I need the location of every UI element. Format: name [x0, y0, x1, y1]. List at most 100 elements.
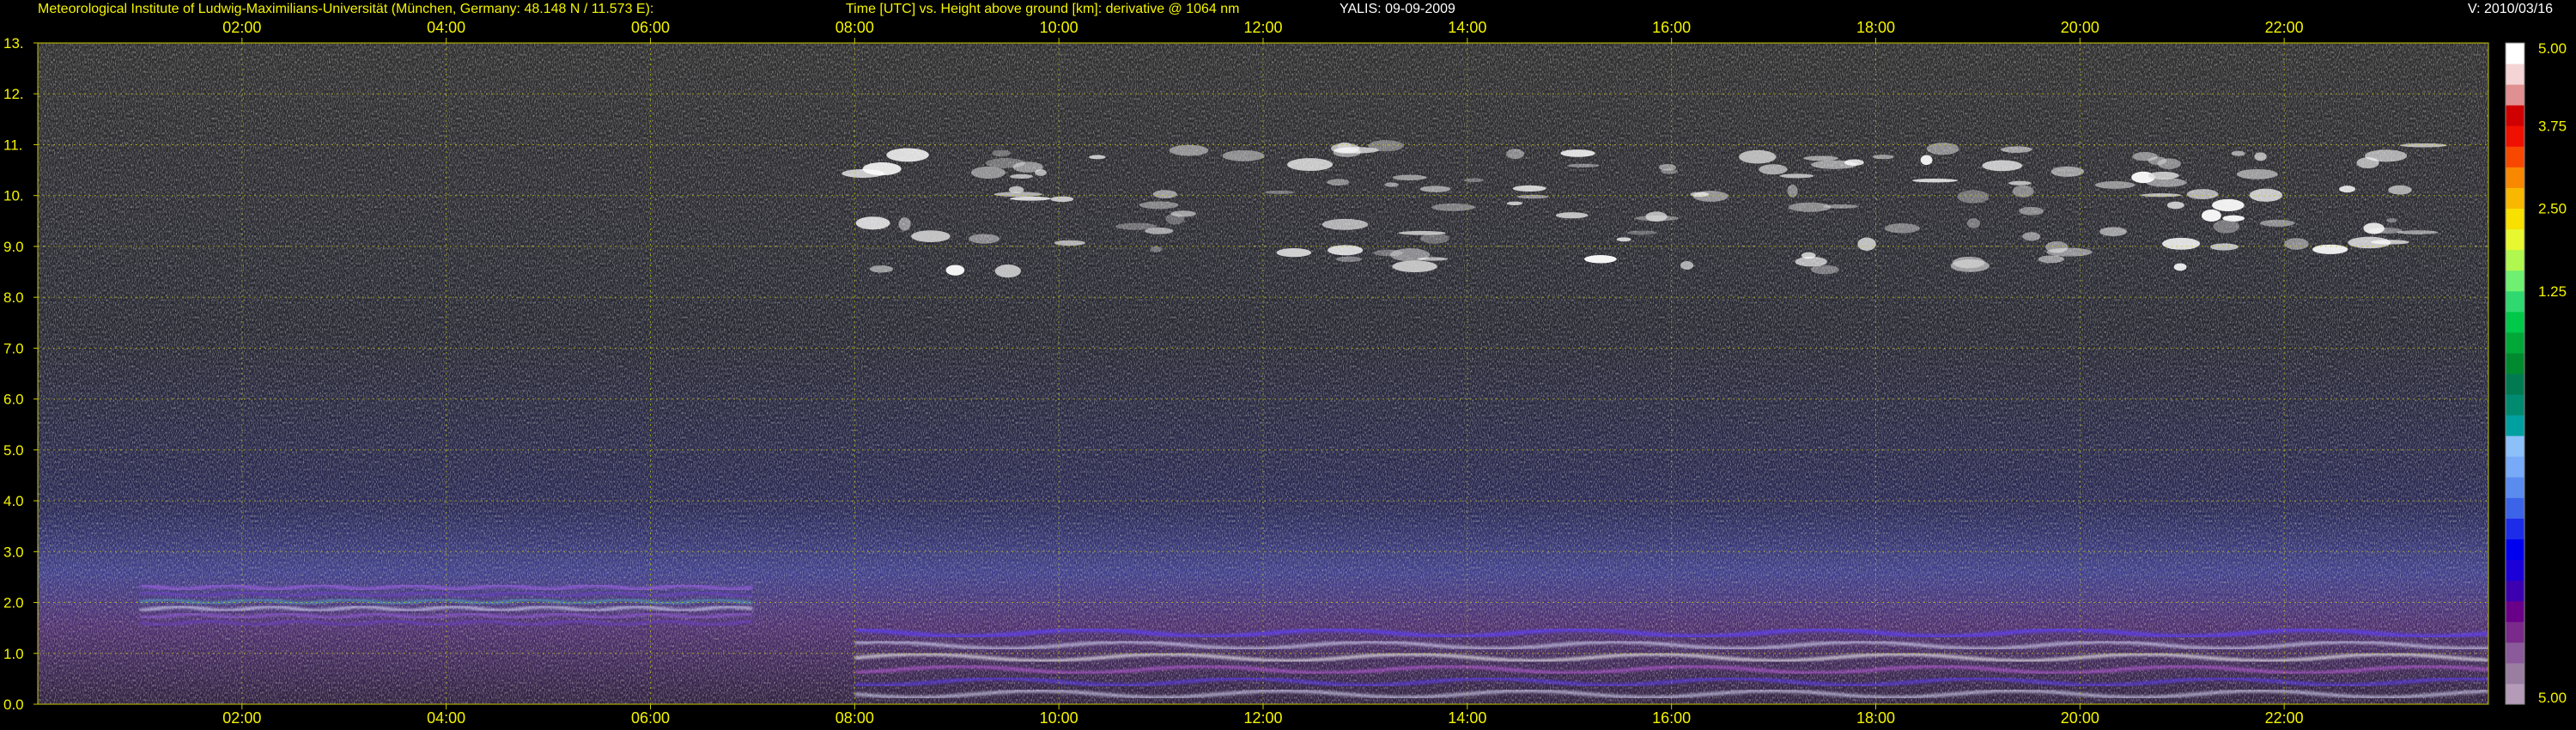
- cloud-blob: [1463, 178, 1484, 183]
- colorbar-cell: [2506, 332, 2524, 354]
- cloud-blob: [1276, 248, 1312, 258]
- x-tick-label-top: 16:00: [1652, 19, 1691, 36]
- x-tick-label-bottom: 22:00: [2265, 709, 2304, 727]
- cloud-blob: [2001, 146, 2032, 153]
- cloud-blob: [2050, 166, 2085, 177]
- cloud-blob: [1795, 256, 1827, 267]
- colorbar-cell: [2506, 600, 2524, 623]
- colorbar-cell: [2506, 683, 2524, 705]
- cloud-blob: [1417, 257, 1449, 261]
- cloud-blob: [1506, 149, 1524, 160]
- cloud-blob: [2211, 198, 2245, 211]
- cloud-blob: [1431, 203, 1476, 211]
- cloud-blob: [1566, 163, 1600, 168]
- cloud-blob: [2201, 209, 2221, 222]
- cloud-blob: [2038, 255, 2065, 264]
- y-tick-label: 9.0: [3, 239, 24, 255]
- colorbar-tick-label: 1.25: [2538, 283, 2567, 300]
- cloud-blob: [2386, 218, 2397, 223]
- cloud-blob: [2173, 263, 2187, 271]
- cloud-blob: [1788, 202, 1832, 212]
- y-tick-label: 12.: [3, 86, 24, 102]
- cloud-blob: [1616, 237, 1631, 242]
- colorbar-tick-label: 3.75: [2538, 118, 2567, 134]
- colorbar-cell: [2506, 518, 2524, 539]
- cloud-blob: [1779, 173, 1814, 179]
- colorbar-cell: [2506, 477, 2524, 498]
- x-tick-label-top: 12:00: [1243, 19, 1282, 36]
- cloud-blob: [1392, 174, 1427, 180]
- colorbar-cell: [2506, 208, 2524, 230]
- colorbar-cell: [2506, 374, 2524, 395]
- x-tick-label-bottom: 16:00: [1652, 709, 1691, 727]
- cloud-blob: [2148, 156, 2167, 165]
- cloud-blob: [1555, 212, 1589, 219]
- colorbar-cell: [2506, 167, 2524, 188]
- cloud-blob: [2099, 227, 2128, 237]
- cloud-blob: [1957, 190, 1990, 204]
- colorbar-cell: [2506, 394, 2524, 416]
- cloud-blob: [1169, 144, 1209, 156]
- colorbar-cell: [2506, 187, 2524, 209]
- cloud-blob: [1690, 192, 1710, 198]
- colorbar-cell: [2506, 270, 2524, 292]
- cloud-blob: [1920, 155, 1933, 166]
- y-tick-label: 7.0: [3, 340, 24, 356]
- cloud-blob: [2231, 150, 2245, 156]
- cloud-blob: [2356, 157, 2379, 169]
- cloud-blob: [2368, 227, 2403, 234]
- cloud-blob: [970, 166, 1006, 179]
- cloud-blob: [911, 230, 951, 242]
- colorbar-cell: [2506, 290, 2524, 313]
- cloud-blob: [2397, 230, 2439, 234]
- colorbar-cell: [2506, 642, 2524, 664]
- x-tick-label-top: 14:00: [1448, 19, 1486, 36]
- cloud-blob: [855, 216, 890, 230]
- y-tick-label: 8.0: [3, 289, 24, 306]
- cloud-blob: [1884, 223, 1920, 234]
- cloud-blob: [1759, 164, 1788, 175]
- cloud-blob: [869, 265, 893, 273]
- y-tick-label: 13.: [3, 35, 24, 52]
- x-tick-label-top: 22:00: [2265, 19, 2304, 36]
- x-tick-label-bottom: 02:00: [222, 709, 261, 727]
- x-tick-label-bottom: 20:00: [2061, 709, 2099, 727]
- cloud-blob: [1658, 164, 1677, 171]
- cloud-blob: [1506, 201, 1523, 206]
- cloud-blob: [2312, 244, 2348, 254]
- colorbar-cell: [2506, 228, 2524, 251]
- cloud-blob: [2236, 168, 2278, 179]
- cloud-blob: [2008, 180, 2032, 186]
- colorbar-cell: [2506, 64, 2524, 85]
- cloud-blob: [2148, 171, 2179, 179]
- colorbar-cell: [2506, 538, 2524, 561]
- lidar-heatmap-chart: 02:00 02:00 04:00 04:00 06:00 06:00 08:00 08:00…: [3, 19, 2567, 727]
- y-tick-label: 2.0: [3, 595, 24, 611]
- cloud-blob: [2254, 152, 2267, 161]
- x-tick-label-bottom: 12:00: [1243, 709, 1282, 727]
- cloud-blob: [862, 161, 902, 176]
- cloud-blob: [1222, 149, 1265, 161]
- colorbar-cell: [2506, 435, 2524, 457]
- colorbar-cell: [2506, 311, 2524, 333]
- colorbar-cell: [2506, 105, 2524, 126]
- cloud-blob: [1287, 158, 1334, 172]
- colorbar-cell: [2506, 456, 2524, 478]
- y-tick-label: 10.: [3, 188, 24, 204]
- cloud-blob: [1982, 160, 2023, 172]
- y-tick-label: 4.0: [3, 493, 24, 509]
- x-tick-label-top: 08:00: [835, 19, 874, 36]
- colorbar-cell: [2506, 580, 2524, 602]
- colorbar-cell: [2506, 559, 2524, 581]
- cloud-blob: [2022, 232, 2041, 241]
- x-tick-label-top: 18:00: [1856, 19, 1895, 36]
- cloud-blob: [1803, 155, 1838, 161]
- cloud-blob: [1739, 149, 1777, 164]
- cloud-blob: [2186, 189, 2219, 200]
- cloud-blob: [1857, 237, 1876, 251]
- cloud-blob: [2094, 181, 2136, 189]
- cloud-blob: [2260, 219, 2295, 227]
- cloud-blob: [992, 149, 1012, 157]
- cloud-blob: [2012, 185, 2034, 198]
- colorbar-cell: [2506, 249, 2524, 271]
